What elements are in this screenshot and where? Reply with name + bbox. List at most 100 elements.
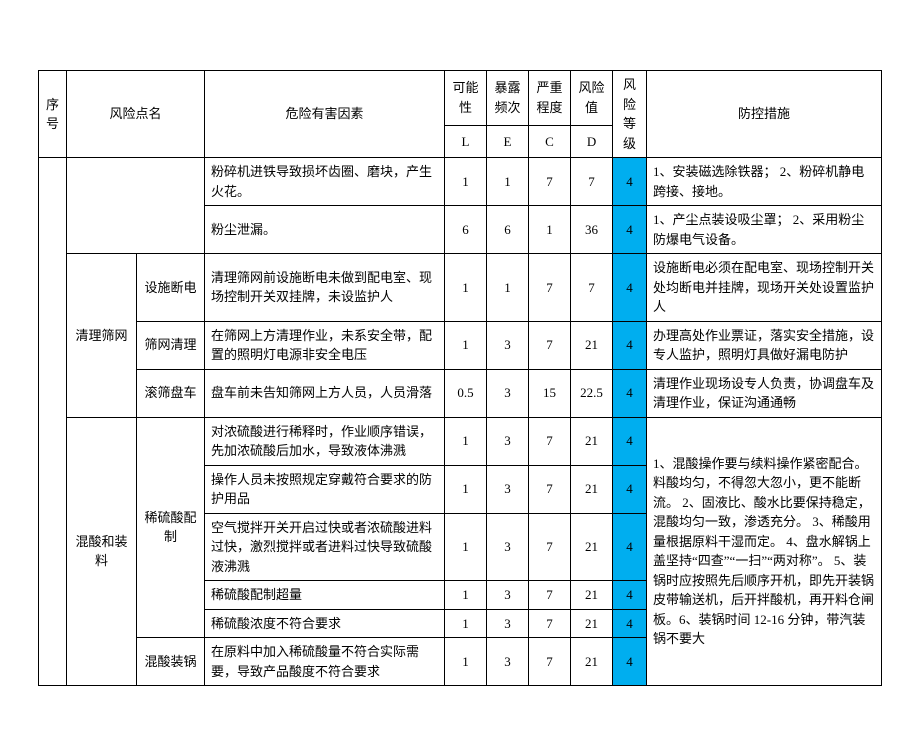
C-cell: 7 xyxy=(529,465,571,513)
level-cell: 4 xyxy=(613,609,647,638)
table-row: 粉碎机进铁导致损坏齿圈、磨块，产生火花。 1 1 7 7 4 1、安装磁选除铁器… xyxy=(39,158,882,206)
header-row-1: 序号 风险点名 危险有害因素 可能性 暴露频次 严重程度 风险值 风险等级 防控… xyxy=(39,71,882,126)
D-cell: 21 xyxy=(571,465,613,513)
risk-point-cell: 清理筛网 xyxy=(67,254,137,418)
level-cell: 4 xyxy=(613,417,647,465)
C-cell: 7 xyxy=(529,417,571,465)
hazard-cell: 稀硫酸浓度不符合要求 xyxy=(205,609,445,638)
hazard-cell: 盘车前未告知筛网上方人员，人员滑落 xyxy=(205,369,445,417)
hazard-cell: 清理筛网前设施断电未做到配电室、现场控制开关双挂牌，未设监护人 xyxy=(205,254,445,322)
col-C: C xyxy=(529,125,571,157)
hazard-cell: 在原料中加入稀硫酸量不符合实际需要，导致产品酸度不符合要求 xyxy=(205,638,445,686)
C-cell: 15 xyxy=(529,369,571,417)
C-cell: 7 xyxy=(529,321,571,369)
E-cell: 6 xyxy=(487,206,529,254)
hazard-cell: 空气搅拌开关开启过快或者浓硫酸进料过快，激烈搅拌或者进料过快导致硫酸液沸溅 xyxy=(205,513,445,581)
level-cell: 4 xyxy=(613,465,647,513)
risk-point-cell xyxy=(67,158,205,254)
E-cell: 3 xyxy=(487,638,529,686)
col-hazard: 危险有害因素 xyxy=(205,71,445,158)
measure-cell: 1、安装磁选除铁器； 2、粉碎机静电跨接、接地。 xyxy=(647,158,882,206)
col-exposure: 暴露频次 xyxy=(487,71,529,126)
E-cell: 3 xyxy=(487,581,529,610)
L-cell: 1 xyxy=(445,417,487,465)
C-cell: 7 xyxy=(529,254,571,322)
L-cell: 6 xyxy=(445,206,487,254)
level-cell: 4 xyxy=(613,369,647,417)
measure-cell: 1、混酸操作要与续料操作紧密配合。料酸均匀，不得忽大忽小，更不能断流。 2、固液… xyxy=(647,417,882,686)
col-risk-value: 风险值 xyxy=(571,71,613,126)
C-cell: 7 xyxy=(529,513,571,581)
sub-cell: 稀硫酸配制 xyxy=(137,417,205,638)
D-cell: 21 xyxy=(571,513,613,581)
E-cell: 3 xyxy=(487,369,529,417)
E-cell: 1 xyxy=(487,158,529,206)
sub-cell: 设施断电 xyxy=(137,254,205,322)
L-cell: 1 xyxy=(445,158,487,206)
col-L: L xyxy=(445,125,487,157)
col-severity: 严重程度 xyxy=(529,71,571,126)
table-row: 清理筛网 设施断电 清理筛网前设施断电未做到配电室、现场控制开关双挂牌，未设监护… xyxy=(39,254,882,322)
risk-point-cell: 混酸和装料 xyxy=(67,417,137,686)
L-cell: 0.5 xyxy=(445,369,487,417)
L-cell: 1 xyxy=(445,321,487,369)
C-cell: 7 xyxy=(529,609,571,638)
L-cell: 1 xyxy=(445,638,487,686)
hazard-cell: 粉尘泄漏。 xyxy=(205,206,445,254)
sub-cell: 混酸装锅 xyxy=(137,638,205,686)
level-cell: 4 xyxy=(613,638,647,686)
hazard-cell: 稀硫酸配制超量 xyxy=(205,581,445,610)
col-D: D xyxy=(571,125,613,157)
D-cell: 7 xyxy=(571,158,613,206)
col-E: E xyxy=(487,125,529,157)
C-cell: 7 xyxy=(529,581,571,610)
level-cell: 4 xyxy=(613,581,647,610)
seq-cell xyxy=(39,158,67,686)
hazard-cell: 对浓硫酸进行稀释时，作业顺序错误，先加浓硫酸后加水，导致液体沸溅 xyxy=(205,417,445,465)
C-cell: 7 xyxy=(529,158,571,206)
level-cell: 4 xyxy=(613,158,647,206)
E-cell: 3 xyxy=(487,417,529,465)
level-cell: 4 xyxy=(613,321,647,369)
col-level: 风险等级 xyxy=(613,71,647,158)
E-cell: 3 xyxy=(487,321,529,369)
L-cell: 1 xyxy=(445,609,487,638)
E-cell: 1 xyxy=(487,254,529,322)
E-cell: 3 xyxy=(487,513,529,581)
risk-assessment-table: 序号 风险点名 危险有害因素 可能性 暴露频次 严重程度 风险值 风险等级 防控… xyxy=(38,70,882,686)
col-seq: 序号 xyxy=(39,71,67,158)
D-cell: 21 xyxy=(571,581,613,610)
D-cell: 22.5 xyxy=(571,369,613,417)
C-cell: 1 xyxy=(529,206,571,254)
col-measure: 防控措施 xyxy=(647,71,882,158)
hazard-cell: 操作人员未按照规定穿戴符合要求的防护用品 xyxy=(205,465,445,513)
sub-cell: 筛网清理 xyxy=(137,321,205,369)
L-cell: 1 xyxy=(445,581,487,610)
D-cell: 21 xyxy=(571,321,613,369)
hazard-cell: 粉碎机进铁导致损坏齿圈、磨块，产生火花。 xyxy=(205,158,445,206)
table-row: 混酸和装料 稀硫酸配制 对浓硫酸进行稀释时，作业顺序错误，先加浓硫酸后加水，导致… xyxy=(39,417,882,465)
measure-cell: 设施断电必须在配电室、现场控制开关处均断电并挂牌，现场开关处设置监护人 xyxy=(647,254,882,322)
col-risk-point: 风险点名 xyxy=(67,71,205,158)
L-cell: 1 xyxy=(445,513,487,581)
E-cell: 3 xyxy=(487,609,529,638)
D-cell: 21 xyxy=(571,638,613,686)
table-row: 筛网清理 在筛网上方清理作业，未系安全带，配置的照明灯电源非安全电压 1 3 7… xyxy=(39,321,882,369)
level-cell: 4 xyxy=(613,513,647,581)
D-cell: 21 xyxy=(571,609,613,638)
col-likelihood: 可能性 xyxy=(445,71,487,126)
table-row: 滚筛盘车 盘车前未告知筛网上方人员，人员滑落 0.5 3 15 22.5 4 清… xyxy=(39,369,882,417)
D-cell: 7 xyxy=(571,254,613,322)
E-cell: 3 xyxy=(487,465,529,513)
L-cell: 1 xyxy=(445,465,487,513)
D-cell: 36 xyxy=(571,206,613,254)
measure-cell: 1、产尘点装设吸尘罩； 2、采用粉尘防爆电气设备。 xyxy=(647,206,882,254)
level-cell: 4 xyxy=(613,254,647,322)
sub-cell: 滚筛盘车 xyxy=(137,369,205,417)
L-cell: 1 xyxy=(445,254,487,322)
measure-cell: 清理作业现场设专人负责，协调盘车及清理作业，保证沟通通畅 xyxy=(647,369,882,417)
hazard-cell: 在筛网上方清理作业，未系安全带，配置的照明灯电源非安全电压 xyxy=(205,321,445,369)
level-cell: 4 xyxy=(613,206,647,254)
D-cell: 21 xyxy=(571,417,613,465)
C-cell: 7 xyxy=(529,638,571,686)
